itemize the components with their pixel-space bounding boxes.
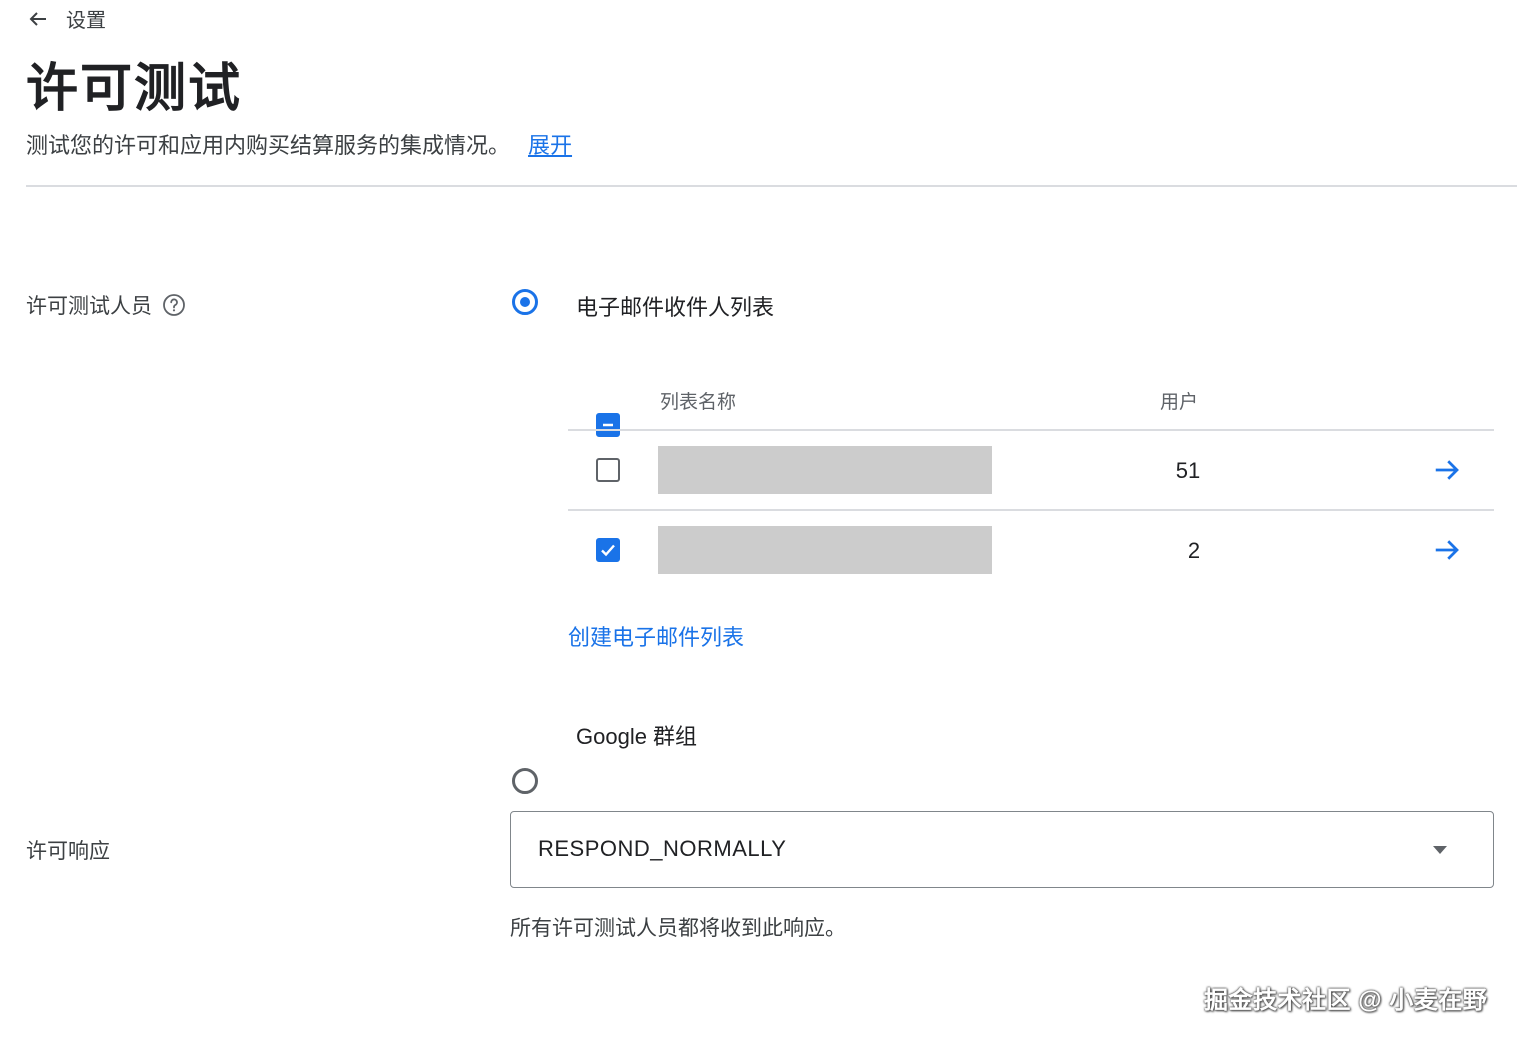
arrow-back-icon [29, 11, 46, 26]
page-description: 测试您的许可和应用内购买结算服务的集成情况。 展开 [26, 128, 572, 160]
page-title: 许可测试 [26, 60, 243, 118]
testers-label-text: 许可测试人员 [26, 295, 152, 318]
radio-email-list-label: 电子邮件收件人列表 [576, 295, 775, 320]
help-circle-icon[interactable] [162, 293, 186, 317]
arrow-forward-icon[interactable] [1432, 535, 1462, 565]
back-link[interactable]: 设置 [26, 4, 106, 33]
arrow-forward-icon[interactable] [1432, 455, 1462, 485]
watermark: 掘金技术社区 @ 小麦在野 [1204, 987, 1488, 1014]
row-checkbox[interactable] [596, 458, 620, 482]
response-select-value: RESPOND_NORMALLY [538, 836, 787, 861]
radio-google-group-label: Google 群组 [576, 724, 698, 749]
description-text: 测试您的许可和应用内购买结算服务的集成情况。 [26, 133, 511, 158]
check-icon [601, 544, 615, 557]
table-row: 2 [568, 511, 1494, 589]
table-row: 51 [568, 431, 1494, 509]
redacted-list-name [658, 526, 992, 574]
redacted-list-name [658, 446, 992, 494]
testers-label: 许可测试人员 [26, 290, 186, 320]
row-checkbox[interactable] [596, 538, 620, 562]
column-header-users: 用户 [1160, 392, 1199, 413]
radio-email-list[interactable] [512, 289, 538, 315]
back-link-label: 设置 [66, 10, 106, 32]
dropdown-caret-icon [1433, 846, 1447, 854]
expand-link[interactable]: 展开 [528, 133, 572, 158]
row-user-count: 51 [1175, 458, 1201, 483]
response-select[interactable]: RESPOND_NORMALLY [510, 811, 1494, 888]
create-email-list-link[interactable]: 创建电子邮件列表 [568, 620, 744, 652]
response-label: 许可响应 [26, 835, 110, 865]
row-user-count: 2 [1187, 538, 1201, 563]
response-helper-text: 所有许可测试人员都将收到此响应。 [510, 917, 846, 940]
response-label-text: 许可响应 [26, 840, 110, 863]
header-divider [26, 185, 1517, 187]
column-header-list-name: 列表名称 [660, 392, 737, 413]
radio-google-group[interactable] [512, 768, 538, 794]
